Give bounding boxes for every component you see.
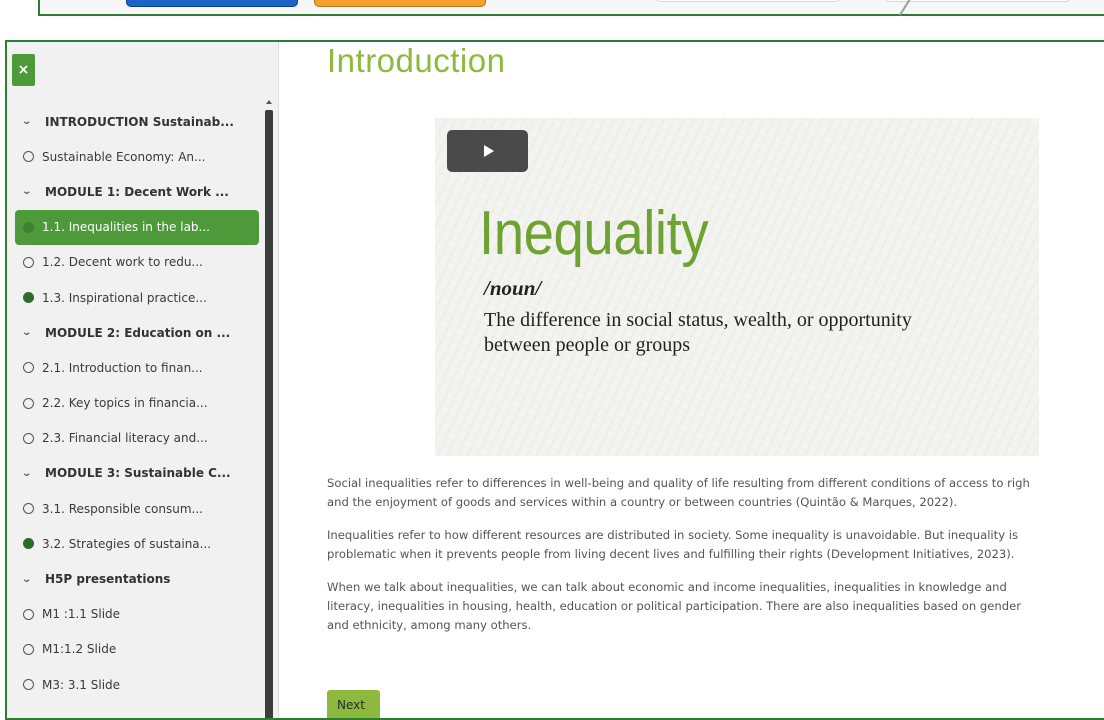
chevron-down-icon[interactable]: ⌄ — [21, 574, 37, 585]
toolbar-field-2[interactable] — [886, 0, 1070, 2]
toolbar-orange-button[interactable] — [314, 0, 486, 7]
sidebar-item-label: MODULE 3: Sustainable C... — [45, 466, 231, 481]
chevron-down-icon[interactable]: ⌄ — [21, 468, 37, 479]
sidebar-item[interactable]: 1.2. Decent work to redu... — [15, 245, 259, 280]
sidebar-item-label: INTRODUCTION Sustainab... — [45, 114, 234, 129]
play-icon — [484, 145, 494, 157]
video-headword: Inequality — [479, 199, 709, 268]
sidebar-item-label: 3.2. Strategies of sustaina... — [42, 536, 212, 551]
chevron-down-icon[interactable]: ⌄ — [21, 186, 37, 197]
sidebar-item[interactable]: 1.1. Inequalities in the lab... — [15, 209, 259, 245]
paragraph-3: When we talk about inequalities, we can … — [327, 580, 1022, 632]
status-circle-icon — [23, 151, 34, 163]
next-button[interactable]: Next — [327, 690, 380, 718]
sidebar-item[interactable]: Sustainable Economy: An... — [15, 139, 259, 174]
play-button[interactable] — [447, 130, 528, 172]
sidebar-item-label: 1.2. Decent work to redu... — [42, 255, 203, 270]
sidebar-item-label: 2.1. Introduction to finan... — [42, 360, 203, 375]
sidebar-item-label: M1 :1.1 Slide — [42, 607, 121, 622]
sidebar-section[interactable]: ⌄ MODULE 1: Decent Work ... — [15, 174, 259, 209]
sidebar-item[interactable]: 3.1. Responsible consum... — [15, 491, 259, 526]
status-circle-icon — [23, 643, 34, 655]
sidebar-item-label: 3.1. Responsible consum... — [42, 501, 203, 516]
lesson-sidebar: × ⌄ INTRODUCTION Sustainab... Sustainable … — [7, 42, 279, 718]
sidebar-item[interactable]: M1:1.2 Slide — [15, 632, 259, 667]
chevron-down-icon[interactable]: ⌄ — [21, 327, 37, 338]
lesson-window: × ⌄ INTRODUCTION Sustainab... Sustainable … — [5, 40, 1104, 720]
lesson-content: Introduction Inequality /noun/ The diffe… — [327, 42, 1104, 718]
sidebar-item[interactable]: 2.3. Financial literacy and... — [15, 421, 259, 456]
sidebar-item-label: 1.1. Inequalities in the lab... — [42, 220, 210, 235]
video-definition: The difference in social status, wealth,… — [484, 309, 912, 356]
paragraph-2: Inequalities refer to how different reso… — [327, 528, 1019, 561]
sidebar-section[interactable]: ⌄ MODULE 3: Sustainable C... — [15, 456, 259, 491]
sidebar-item-label: MODULE 1: Decent Work ... — [45, 184, 229, 199]
sidebar-section[interactable]: ⌄ H5P presentations — [15, 561, 259, 596]
status-circle-icon — [23, 397, 34, 409]
video-part-of-speech: /noun/ — [484, 276, 542, 300]
paragraph-1: Social inequalities refer to differences… — [327, 476, 1030, 509]
completed-icon — [23, 538, 34, 550]
status-circle-icon — [23, 608, 34, 620]
scroll-up-icon[interactable] — [266, 100, 272, 104]
toolbar-field-1[interactable] — [656, 0, 840, 2]
sidebar-section[interactable]: ⌄ MODULE 2: Education on ... — [15, 315, 259, 350]
sidebar-item[interactable]: 1.3. Inspirational practice... — [15, 280, 259, 315]
completed-icon — [23, 292, 34, 304]
lesson-nav: ⌄ INTRODUCTION Sustainab... Sustainable Ec… — [15, 104, 259, 702]
sidebar-item[interactable]: M1 :1.1 Slide — [15, 597, 259, 632]
status-circle-icon — [23, 256, 34, 268]
sidebar-item-label: 2.2. Key topics in financia... — [42, 396, 208, 411]
top-toolbar-strip — [0, 0, 1104, 24]
sidebar-item[interactable]: 2.1. Introduction to finan... — [15, 350, 259, 385]
sidebar-item[interactable]: 3.2. Strategies of sustaina... — [15, 526, 259, 561]
sidebar-item-label: M3: 3.1 Slide — [42, 677, 121, 692]
sidebar-item-label: H5P presentations — [45, 572, 171, 587]
close-icon: × — [17, 62, 30, 78]
video-player[interactable]: Inequality /noun/ The difference in soci… — [435, 118, 1039, 456]
status-circle-icon — [23, 503, 34, 515]
toolbar-blue-button[interactable] — [126, 0, 298, 7]
status-circle-icon — [23, 362, 34, 374]
close-sidebar-button[interactable]: × — [12, 54, 35, 86]
sidebar-item-label: 2.3. Financial literacy and... — [42, 431, 208, 446]
sidebar-item-label: MODULE 2: Education on ... — [45, 325, 231, 340]
status-circle-icon — [23, 221, 34, 233]
page-title: Introduction — [327, 42, 506, 79]
sidebar-item-label: M1:1.2 Slide — [42, 642, 117, 657]
sidebar-scrollbar[interactable] — [265, 110, 273, 718]
sidebar-item[interactable]: M3: 3.1 Slide — [15, 667, 259, 702]
chevron-down-icon[interactable]: ⌄ — [21, 116, 37, 127]
sidebar-item-label: Sustainable Economy: An... — [42, 149, 206, 164]
sidebar-item[interactable]: 2.2. Key topics in financia... — [15, 386, 259, 421]
lesson-text: Social inequalities refer to differences… — [327, 474, 1104, 649]
sidebar-item-label: 1.3. Inspirational practice... — [42, 290, 207, 305]
status-circle-icon — [23, 432, 34, 444]
status-circle-icon — [23, 679, 34, 691]
sidebar-section[interactable]: ⌄ INTRODUCTION Sustainab... — [15, 104, 259, 139]
